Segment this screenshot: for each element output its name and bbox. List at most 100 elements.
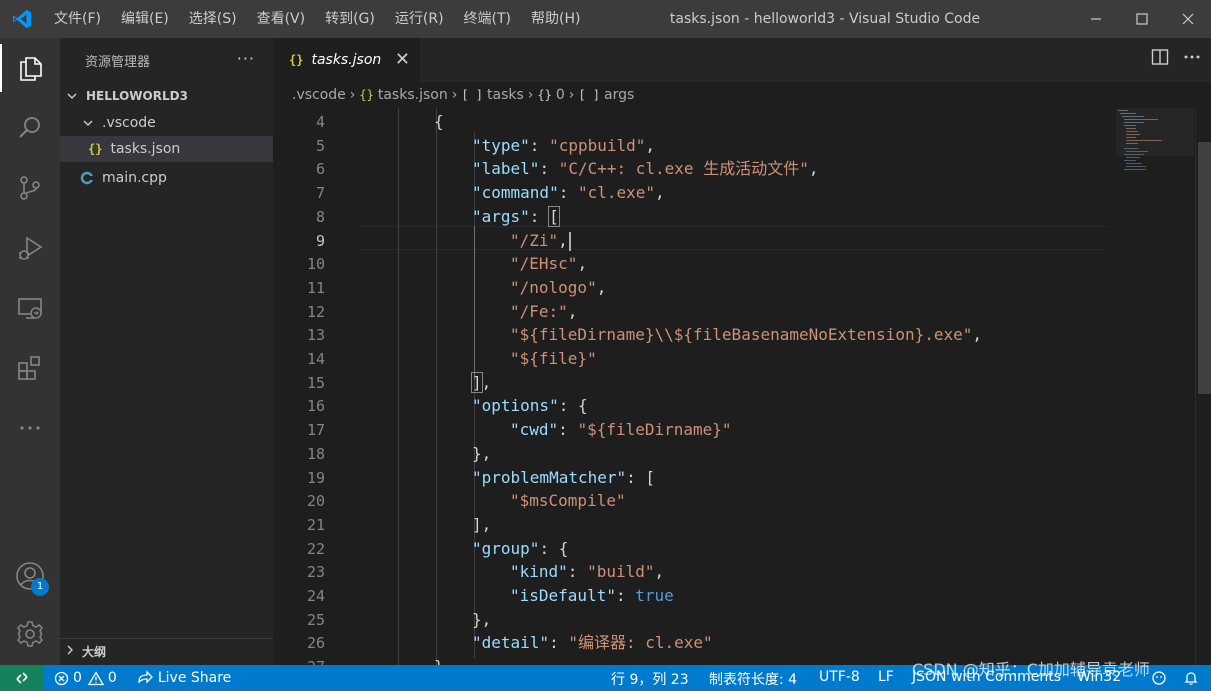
breadcrumb-item[interactable]: tasks.json (378, 87, 448, 103)
code-line[interactable]: 6 "label": "C/C++: cl.exe 生成活动文件", (273, 157, 1195, 181)
scrollbar-thumb[interactable] (1198, 142, 1211, 394)
menu-terminal[interactable]: 终端(T) (454, 0, 521, 38)
json-punctuation: : (529, 135, 550, 155)
feedback-icon[interactable] (1151, 670, 1167, 690)
json-punctuation: ] (471, 371, 483, 393)
explorer-sidebar: 资源管理器 ··· HELLOWORLD3 .vscode {} tasks.j… (60, 38, 273, 665)
json-string: "/Fe:" (510, 301, 568, 321)
accounts-icon[interactable]: 1 (0, 552, 60, 600)
code-line[interactable]: 20 "$msCompile" (273, 489, 1195, 513)
cursor-position[interactable]: 行 9，列 23 (611, 669, 689, 689)
maximize-button[interactable] (1119, 0, 1165, 38)
outline-section-header[interactable]: 大纲 (60, 638, 273, 664)
line-number: 10 (306, 255, 325, 274)
run-debug-icon[interactable] (0, 224, 60, 272)
code-line[interactable]: 25}, (273, 608, 1195, 632)
remote-explorer-icon[interactable] (0, 284, 60, 332)
json-punctuation: : (529, 206, 550, 226)
code-text: "/nologo", (510, 276, 606, 300)
root-folder-row[interactable]: HELLOWORLD3 (60, 83, 273, 109)
accounts-badge: 1 (31, 578, 49, 596)
menu-go[interactable]: 转到(G) (315, 0, 385, 38)
tab-size-indicator[interactable]: 制表符长度: 4 (709, 669, 797, 689)
json-string: "cppbuild" (549, 135, 646, 155)
search-icon[interactable] (0, 104, 60, 152)
file-row-main-cpp[interactable]: main.cpp (60, 165, 273, 191)
code-text: "/Zi", (510, 229, 571, 253)
code-line[interactable]: 13 "${fileDirname}\\${fileBasenameNoExten… (273, 323, 1195, 347)
file-row-tasks-json[interactable]: {} tasks.json (60, 136, 273, 162)
breadcrumb-item[interactable]: .vscode (292, 87, 346, 103)
eol-indicator[interactable]: LF (878, 669, 894, 685)
folder-row-vscode[interactable]: .vscode (60, 110, 273, 136)
code-line[interactable]: 21], (273, 513, 1195, 537)
line-number: 27 (273, 655, 325, 665)
sidebar-more-actions-button[interactable]: ··· (237, 49, 255, 68)
menu-edit[interactable]: 编辑(E) (111, 0, 179, 38)
line-number: 20 (306, 492, 325, 511)
code-line[interactable]: 22 "group": { (273, 537, 1195, 561)
code-line[interactable]: 15], (273, 371, 1195, 395)
tab-tasks-json[interactable]: {} tasks.json ✕ (273, 38, 420, 82)
json-punctuation: : (567, 562, 588, 582)
code-line[interactable]: 9 "/Zi", (273, 229, 1195, 253)
vertical-scrollbar[interactable] (1195, 108, 1211, 665)
code-line[interactable]: 14 "${file}" (273, 347, 1195, 371)
chevron-right-icon: › (527, 87, 534, 103)
menu-view[interactable]: 查看(V) (247, 0, 316, 38)
code-line[interactable]: 16 "options": { (273, 394, 1195, 418)
source-control-icon[interactable] (0, 164, 60, 212)
editor-actions (1151, 48, 1201, 70)
problems-indicator[interactable]: 0 0 (54, 670, 117, 686)
menu-file[interactable]: 文件(F) (44, 0, 111, 38)
warning-count: 0 (107, 670, 117, 686)
code-line[interactable]: 19 "problemMatcher": [ (273, 466, 1195, 490)
code-line[interactable]: 10 "/EHsc", (273, 252, 1195, 276)
code-line[interactable]: 4{ (273, 110, 1195, 134)
editor-more-icon[interactable] (1183, 48, 1201, 70)
breadcrumb-item[interactable]: tasks (487, 87, 524, 103)
folder-label: .vscode (102, 115, 156, 131)
code-line[interactable]: 18}, (273, 442, 1195, 466)
code-line[interactable]: 17 "cwd": "${fileDirname}" (273, 418, 1195, 442)
json-string: "/Zi" (510, 230, 559, 250)
code-line[interactable]: 12 "/Fe:", (273, 300, 1195, 324)
code-line[interactable]: 8 "args": [ (273, 205, 1195, 229)
encoding-indicator[interactable]: UTF-8 (819, 669, 860, 685)
code-line[interactable]: 24 "isDefault": true (273, 584, 1195, 608)
json-punctuation: , (567, 301, 578, 321)
code-editor[interactable]: 4{5 "type": "cppbuild", 6 "label": "C/C++: … (273, 108, 1195, 665)
extensions-icon[interactable] (0, 344, 60, 392)
split-editor-icon[interactable] (1151, 48, 1169, 70)
breadcrumb-item[interactable]: args (604, 87, 634, 103)
code-line[interactable]: 26 "detail": "编译器: cl.exe" (273, 631, 1195, 655)
close-window-button[interactable] (1165, 0, 1211, 38)
array-icon: [ ] (461, 88, 483, 102)
json-punctuation: , (972, 325, 983, 345)
menu-selection[interactable]: 选择(S) (179, 0, 247, 38)
live-share-button[interactable]: Live Share (137, 670, 231, 686)
line-number: 18 (306, 444, 325, 463)
tab-close-icon[interactable]: ✕ (395, 50, 410, 70)
code-line[interactable]: 7 "command": "cl.exe", (273, 181, 1195, 205)
json-key: "options" (472, 396, 559, 416)
more-icon[interactable] (0, 404, 60, 452)
settings-gear-icon[interactable] (0, 610, 60, 658)
code-text: }, (472, 608, 491, 632)
minimize-button[interactable] (1073, 0, 1119, 38)
menu-run[interactable]: 运行(R) (385, 0, 454, 38)
code-line[interactable]: 11 "/nologo", (273, 276, 1195, 300)
code-text: "isDefault": true (510, 584, 674, 608)
explorer-icon[interactable] (0, 44, 60, 92)
code-line[interactable]: 23 "kind": "build", (273, 560, 1195, 584)
remote-icon (16, 672, 28, 684)
error-count: 0 (73, 670, 82, 686)
code-line[interactable]: 5 "type": "cppbuild", (273, 134, 1195, 158)
json-punctuation: , (655, 183, 665, 203)
minimap[interactable] (1116, 108, 1194, 178)
breadcrumb-item[interactable]: 0 (556, 87, 565, 103)
line-number: 11 (306, 278, 325, 297)
json-punctuation: : (558, 420, 578, 440)
notifications-bell-icon[interactable] (1183, 670, 1199, 690)
remote-indicator-button[interactable] (0, 665, 44, 691)
